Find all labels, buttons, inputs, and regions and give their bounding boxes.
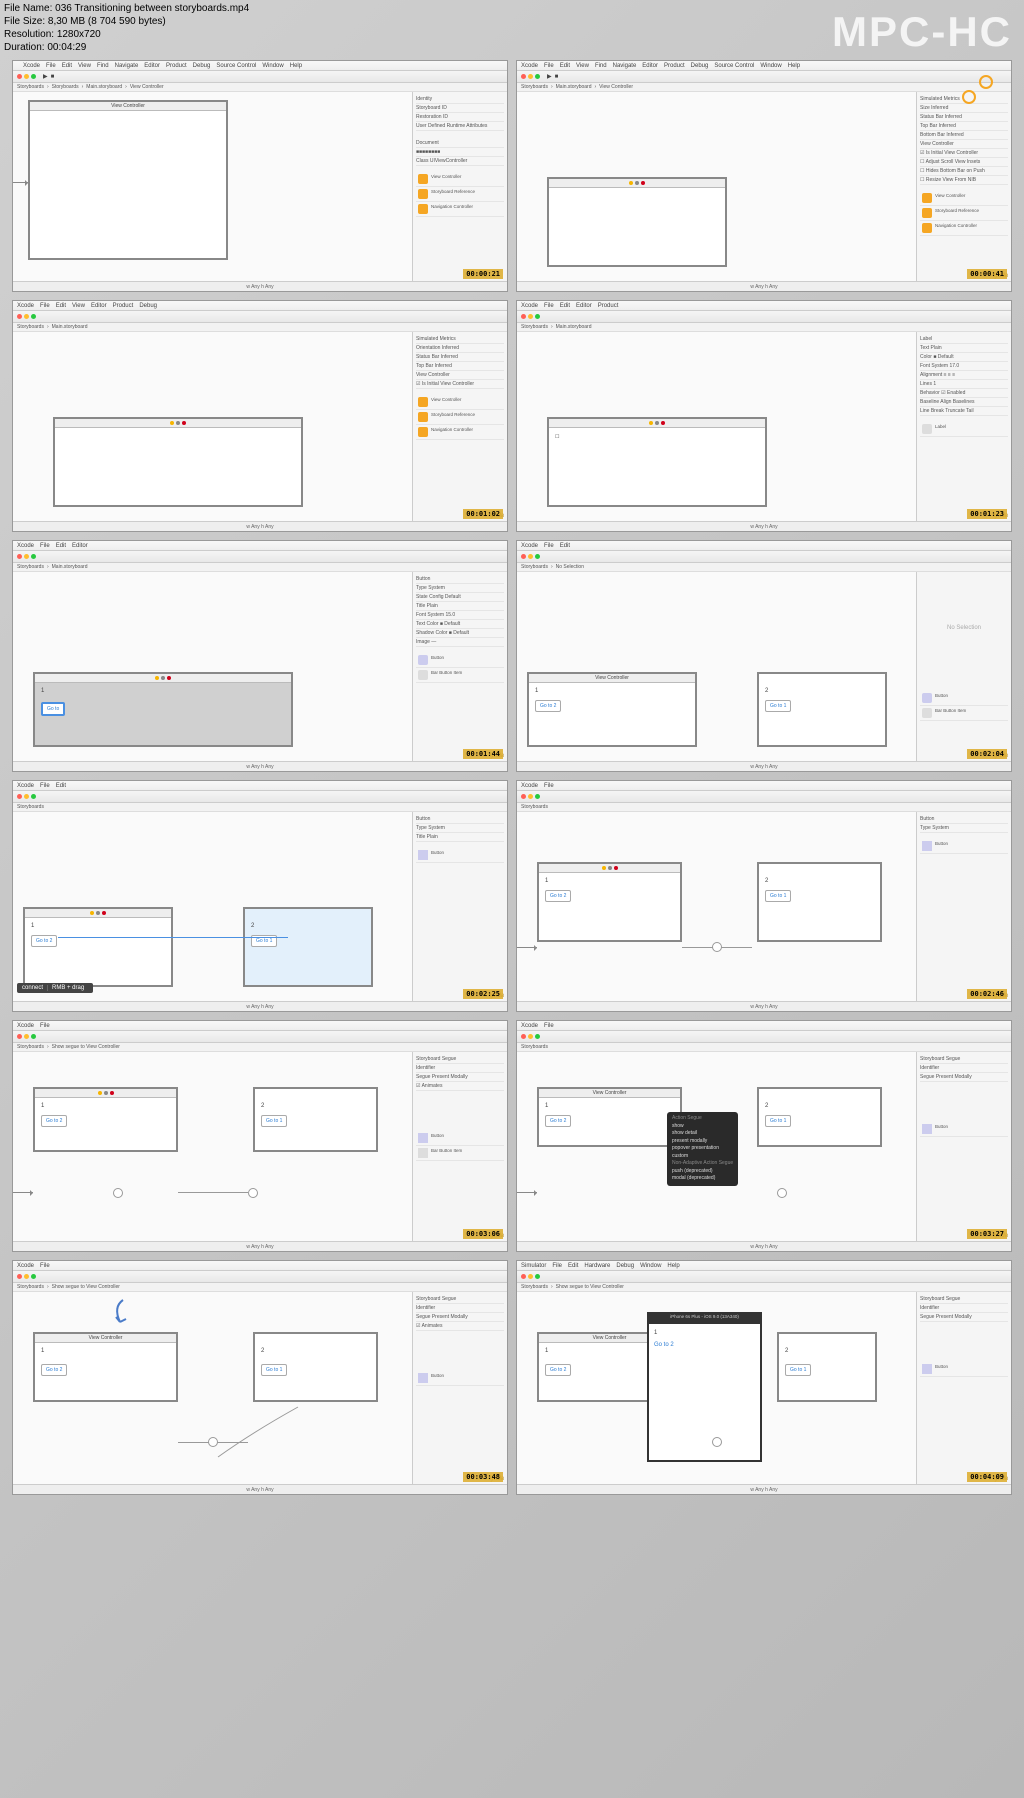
duration-label: Duration: (4, 42, 45, 53)
thumbnail-8: XcodeFile Storyboards 1 Go to 2 2 Go to … (516, 780, 1012, 1012)
thumbnail-12: SimulatorFileEditHardwareDebugWindowHelp… (516, 1260, 1012, 1495)
segue-icon[interactable] (712, 942, 722, 952)
mac-menubar: XcodeFileEditViewFindNavigateEditorProdu… (13, 61, 507, 71)
thumbnail-grid: XcodeFileEditViewFindNavigateEditorProdu… (12, 60, 1012, 1495)
highlight-ring (962, 90, 976, 104)
thumbnail-5: XcodeFileEditEditor Storyboards›Main.sto… (12, 540, 508, 772)
status-bar: w Any h Any (13, 281, 507, 291)
connect-hint: connectRMB + drag (17, 983, 93, 993)
thumbnail-9: XcodeFile Storyboards›Show segue to View… (12, 1020, 508, 1252)
thumbnail-7: XcodeFileEdit Storyboards 1 Go to 2 2 Go… (12, 780, 508, 1012)
thumbnail-3: XcodeFileEditViewEditorProductDebug Stor… (12, 300, 508, 532)
segue-popup-menu[interactable]: Action Segue show show detail present mo… (667, 1112, 738, 1186)
filename-value: 036 Transitioning between storyboards.mp… (55, 3, 249, 14)
duration-value: 00:04:29 (47, 42, 86, 53)
vc-title: View Controller (30, 102, 226, 111)
filesize-label: File Size: (4, 16, 45, 27)
thumbnail-11: XcodeFile Storyboards›Show segue to View… (12, 1260, 508, 1495)
inspector-panel[interactable]: Identity Storyboard ID Restoration ID Us… (412, 92, 507, 281)
filesize-value: 8,30 MB (8 704 590 bytes) (48, 16, 166, 27)
resolution-value: 1280x720 (57, 29, 101, 40)
thumbnail-6: XcodeFileEdit Storyboards›No Selection V… (516, 540, 1012, 772)
filename-label: File Name: (4, 3, 52, 14)
no-selection: No Selection (920, 575, 1008, 631)
resolution-label: Resolution: (4, 29, 54, 40)
goto-button-editing[interactable]: Go to (41, 702, 65, 716)
goto1-button[interactable]: Go to 1 (765, 700, 791, 712)
thumbnail-2: XcodeFileEditViewFindNavigateEditorProdu… (516, 60, 1012, 292)
breadcrumb: Storyboards›Storyboards›Main.storyboard›… (13, 83, 507, 92)
thumbnail-10: XcodeFile Storyboards View Controller 1 … (516, 1020, 1012, 1252)
simulator-window[interactable]: iPhone 6s Plus - iOS 9.0 (13A340) 1 Go t… (647, 1312, 762, 1462)
xcode-toolbar: ▶■ (13, 71, 507, 83)
thumbnail-1: XcodeFileEditViewFindNavigateEditorProdu… (12, 60, 508, 292)
thumbnail-4: XcodeFileEditEditorProduct Storyboards›M… (516, 300, 1012, 532)
timestamp: 00:00:21 (463, 269, 503, 279)
goto2-button[interactable]: Go to 2 (535, 700, 561, 712)
storyboard-canvas[interactable]: View Controller (13, 92, 412, 281)
mpc-watermark: MPC-HC (832, 8, 1012, 56)
